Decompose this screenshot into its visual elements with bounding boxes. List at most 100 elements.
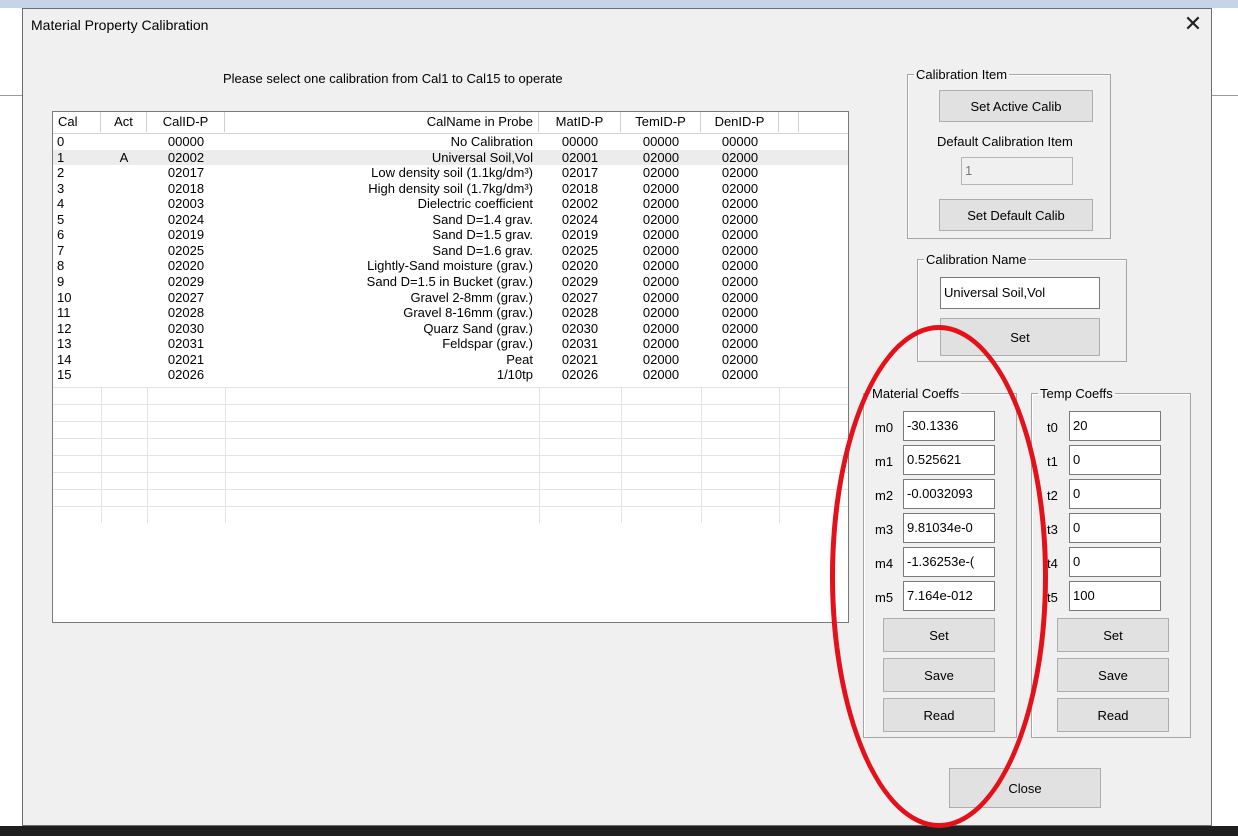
table-row[interactable]: 10 02027 Gravel 2-8mm (grav.) 02027 02000 020… [53, 290, 848, 305]
cell-denid: 02000 [721, 305, 759, 321]
material-coeffs-field[interactable]: 7.164e-012 [903, 581, 995, 611]
cell-temid: 02000 [642, 273, 680, 289]
cell-temid: 00000 [642, 134, 680, 149]
cell-act [101, 352, 147, 367]
default-calibration-item-field[interactable]: 1 [961, 157, 1073, 185]
table-row[interactable]: 13 02031 Feldspar (grav.) 02031 02000 02000 [53, 336, 848, 351]
material-set-button[interactable]: Set [883, 618, 995, 652]
grid-line [101, 386, 102, 523]
cell-cal: 15 [57, 367, 72, 383]
table-row[interactable]: 3 02018 High density soil (1.7kg/dm³) 02018… [53, 181, 848, 196]
column-header-cal[interactable]: Cal [53, 112, 101, 132]
table-row[interactable]: 6 02019 Sand D=1.5 grav. 02019 02000 02000 [53, 227, 848, 242]
temp-coeffs-field[interactable]: 0 [1069, 445, 1161, 475]
table-row[interactable]: 0 00000 No Calibration 00000 00000 00000 [53, 134, 848, 149]
temp-coeffs-field[interactable]: 20 [1069, 411, 1161, 441]
cell-temid: 02000 [642, 351, 680, 367]
material-coeffs-field[interactable]: -1.36253e-( [903, 547, 995, 577]
instruction-text: Please select one calibration from Cal1 … [223, 71, 563, 86]
cell-act [101, 367, 147, 382]
material-save-button[interactable]: Save [883, 658, 995, 692]
set-calibration-name-button[interactable]: Set [940, 318, 1100, 356]
cell-matid: 02018 [561, 180, 599, 196]
table-row[interactable]: 14 02021 Peat 02021 02000 02000 [53, 352, 848, 367]
cell-cal: 2 [57, 165, 65, 181]
temp-save-button[interactable]: Save [1057, 658, 1169, 692]
cell-cal: 9 [57, 273, 65, 289]
cell-calid: 02025 [167, 242, 205, 258]
dialog-title: Material Property Calibration [31, 17, 209, 33]
temp-coeffs-field[interactable]: 100 [1069, 581, 1161, 611]
set-active-calib-button[interactable]: Set Active Calib [939, 90, 1093, 122]
cell-act [101, 321, 147, 336]
cell-act: A [119, 149, 129, 165]
table-row[interactable]: 8 02020 Lightly-Sand moisture (grav.) 02020… [53, 258, 848, 273]
temp-coeffs-field[interactable]: 0 [1069, 547, 1161, 577]
cell-cal: 5 [57, 211, 65, 227]
cell-matid: 02026 [561, 367, 599, 383]
calibration-item-legend: Calibration Item [916, 67, 1008, 82]
cell-cal: 13 [57, 336, 72, 352]
table-row[interactable]: 12 02030 Quarz Sand (grav.) 02030 02000 02000 [53, 321, 848, 336]
column-header-denid[interactable]: DenID-P [701, 112, 779, 132]
temp-coeffs-label: t1 [1047, 454, 1058, 469]
cell-cal: 10 [57, 289, 72, 305]
column-header-matid[interactable]: MatID-P [539, 112, 621, 132]
column-header-temid[interactable]: TemID-P [621, 112, 701, 132]
cell-matid: 02001 [561, 149, 599, 165]
calibration-name-field[interactable]: Universal Soil,Vol [940, 277, 1100, 309]
cell-matid: 02002 [561, 196, 599, 212]
cell-name: No Calibration [450, 134, 533, 149]
cell-cal: 12 [57, 320, 72, 336]
grid-line [701, 386, 702, 523]
material-read-button[interactable]: Read [883, 698, 995, 732]
material-coeffs-field[interactable]: -30.1336 [903, 411, 995, 441]
table-row[interactable]: 9 02029 Sand D=1.5 in Bucket (grav.) 02029 0… [53, 274, 848, 289]
set-default-calib-button[interactable]: Set Default Calib [939, 199, 1093, 231]
cell-matid: 02019 [561, 227, 599, 243]
cell-denid: 02000 [721, 367, 759, 383]
cell-act [101, 305, 147, 320]
material-coeffs-label: m0 [875, 420, 894, 435]
column-header-act[interactable]: Act [101, 112, 147, 132]
table-row[interactable]: 5 02024 Sand D=1.4 grav. 02024 02000 02000 [53, 212, 848, 227]
cell-calid: 02002 [167, 149, 205, 165]
temp-read-button[interactable]: Read [1057, 698, 1169, 732]
cell-temid: 02000 [642, 165, 680, 181]
material-coeffs-field[interactable]: 9.81034e-0 [903, 513, 995, 543]
temp-coeffs-label: t2 [1047, 488, 1058, 503]
calibration-table[interactable]: Cal Act CalID-P CalName in Probe MatID-P TemI… [52, 111, 849, 623]
table-row[interactable]: 2 02017 Low density soil (1.1kg/dm³) 02017 0… [53, 165, 848, 180]
close-button[interactable]: Close [949, 768, 1101, 808]
background-divider-left [0, 95, 22, 96]
material-coeffs-field[interactable]: 0.525621 [903, 445, 995, 475]
calibration-name-legend: Calibration Name [926, 252, 1027, 267]
cell-denid: 02000 [721, 196, 759, 212]
cell-matid: 02017 [561, 165, 599, 181]
cell-calid: 02029 [167, 273, 205, 289]
cell-cal: 11 [57, 305, 71, 321]
temp-set-button[interactable]: Set [1057, 618, 1169, 652]
cell-denid: 02000 [721, 273, 759, 289]
column-header-name[interactable]: CalName in Probe [225, 112, 539, 132]
cell-temid: 02000 [642, 320, 680, 336]
column-header-calid[interactable]: CalID-P [147, 112, 225, 132]
cell-matid: 02029 [561, 273, 599, 289]
cell-temid: 02000 [642, 367, 680, 383]
table-row[interactable]: 4 02003 Dielectric coefficient 02002 02000 02… [53, 196, 848, 211]
cell-matid: 02028 [561, 305, 599, 321]
cell-temid: 02000 [642, 227, 680, 243]
table-row[interactable]: 1 A 02002 Universal Soil,Vol 02001 02000 02000 [53, 149, 848, 165]
close-icon[interactable]: ✕ [1179, 11, 1207, 37]
table-row[interactable]: 11 02028 Gravel 8-16mm (grav.) 02028 02000 02… [53, 305, 848, 320]
material-coeffs-field[interactable]: -0.0032093 [903, 479, 995, 509]
temp-coeffs-field[interactable]: 0 [1069, 513, 1161, 543]
table-row[interactable]: 15 02026 1/10tp 02026 02000 02000 [53, 367, 848, 382]
cell-name: Universal Soil,Vol [431, 149, 533, 165]
temp-coeffs-field[interactable]: 0 [1069, 479, 1161, 509]
cell-cal: 0 [57, 134, 65, 149]
table-row[interactable]: 7 02025 Sand D=1.6 grav. 02025 02000 02000 [53, 243, 848, 258]
cell-calid: 02017 [167, 165, 205, 181]
cell-name: Gravel 8-16mm (grav.) [403, 305, 533, 321]
cell-calid: 02031 [167, 336, 205, 352]
